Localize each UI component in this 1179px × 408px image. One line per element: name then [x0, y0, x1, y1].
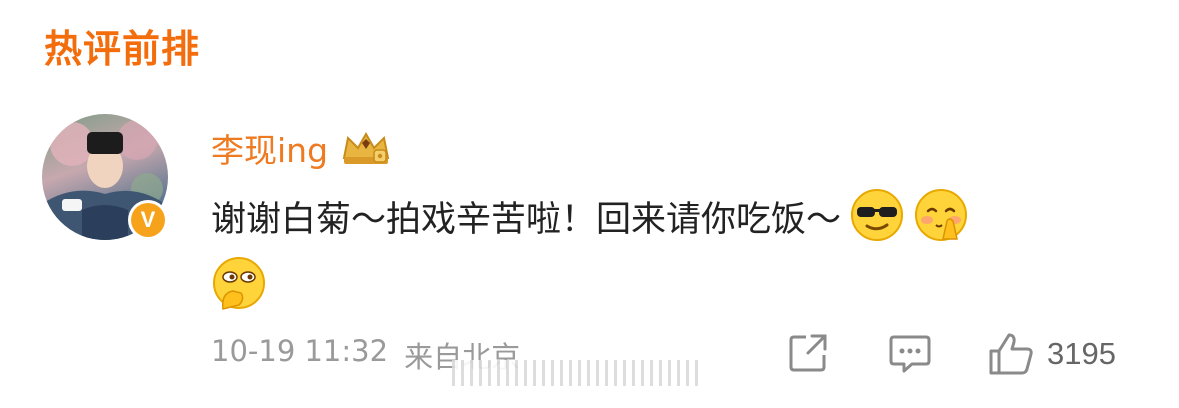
comment-button[interactable]: [888, 331, 932, 375]
like-icon: [989, 333, 1033, 375]
comment-date: 10-19 11:32: [211, 334, 389, 368]
avatar[interactable]: V: [42, 114, 168, 240]
crown-badge-icon[interactable]: [338, 128, 394, 168]
comment-icon: [889, 335, 931, 373]
comment-body: 谢谢白菊～拍戏辛苦啦！回来请你吃饭～: [211, 186, 1146, 322]
like-count: 3195: [1047, 336, 1116, 371]
thinking-hand-emoji-icon: [211, 255, 267, 311]
prayer-blush-emoji-icon: [913, 187, 969, 243]
cool-sunglasses-emoji-icon: [849, 187, 905, 243]
comment-header: 李现ing: [211, 124, 394, 172]
comment-text: 谢谢白菊～拍戏辛苦啦！回来请你吃饭～: [211, 200, 842, 240]
verified-badge-icon: V: [128, 200, 168, 240]
like-button[interactable]: 3195: [987, 331, 1116, 377]
section-title: 热评前排: [44, 27, 201, 71]
hot-comments-section: 热评前排 V 李现ing 谢谢白菊～拍戏辛苦啦！回来请你吃饭～ 10-19 11…: [0, 0, 1179, 408]
watermark-overlay: [452, 360, 702, 386]
username[interactable]: 李现ing: [211, 124, 328, 172]
share-button[interactable]: [786, 331, 830, 375]
share-icon: [789, 334, 827, 372]
